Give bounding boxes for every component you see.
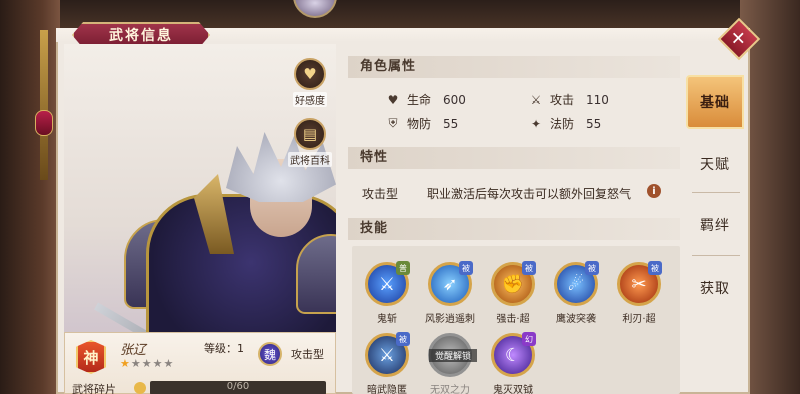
skill-name: 鬼灭双钺 bbox=[493, 385, 533, 394]
stat-magic-defense-value: 55 bbox=[586, 116, 602, 131]
fragment-label: 武将碎片 bbox=[72, 383, 116, 394]
skill-name: 鹰波突袭 bbox=[556, 314, 596, 325]
hanging-ornament bbox=[40, 30, 48, 180]
skill-tag: 普 bbox=[396, 261, 410, 275]
skill-icon: ⚔ 被 bbox=[365, 332, 410, 377]
skill-tag: 被 bbox=[648, 261, 662, 275]
encyclopedia-label: 武将百科 bbox=[288, 152, 332, 167]
fragment-coin-icon bbox=[134, 382, 146, 394]
trait-description: 职业激活后每次攻击可以额外回复怒气 bbox=[427, 187, 632, 201]
tab-obtain[interactable]: 获取 bbox=[686, 261, 744, 315]
skill-tag: 被 bbox=[522, 261, 536, 275]
skill-slot[interactable]: ⚔ 普 鬼斩 bbox=[357, 261, 417, 325]
skill-name: 风影逍遥刺 bbox=[425, 314, 475, 325]
lock-label: 觉醒解锁 bbox=[429, 349, 477, 362]
sword-icon: ⚔ bbox=[530, 92, 542, 107]
stat-hp-value: 600 bbox=[443, 92, 466, 107]
skill-slot[interactable]: ⚔ 被 暗武隐匿 bbox=[357, 332, 417, 394]
affection-label: 好感度 bbox=[293, 92, 327, 107]
skill-tag: 被 bbox=[585, 261, 599, 275]
trait-section-title: 特性 bbox=[348, 147, 680, 169]
window-title: 武将信息 bbox=[109, 28, 173, 44]
hero-level: 等级：1 bbox=[204, 342, 244, 355]
skill-icon: ⚔ 普 bbox=[365, 261, 410, 306]
info-icon[interactable]: i bbox=[647, 184, 661, 198]
stat-attack-value: 110 bbox=[586, 92, 609, 107]
magic-shield-icon: ✦ bbox=[530, 116, 542, 131]
skill-icon: ➶ 被 bbox=[428, 261, 473, 306]
stat-magic-defense-label: 法防 bbox=[550, 117, 575, 131]
skill-slot[interactable]: ✂ 被 利刃·超 bbox=[609, 261, 669, 325]
encyclopedia-button[interactable]: ▤ 武将百科 bbox=[287, 118, 333, 167]
star-filled-icon: ★ bbox=[120, 357, 131, 370]
skill-slot[interactable]: ☾ 幻 鬼灭双钺 bbox=[483, 332, 543, 394]
faction-badge: 魏 bbox=[258, 342, 282, 366]
tassel-ornament bbox=[35, 110, 53, 136]
star-empty-icon: ★★★★ bbox=[130, 357, 175, 370]
skill-icon: ☄ 被 bbox=[554, 261, 599, 306]
skill-name: 鬼斩 bbox=[377, 314, 397, 325]
skill-tag: 被 bbox=[396, 332, 410, 346]
locked-skill-icon: 觉醒解锁 bbox=[428, 333, 477, 377]
skill-name: 强击·超 bbox=[496, 314, 530, 325]
skill-tag: 幻 bbox=[522, 332, 536, 346]
attributes-section-title: 角色属性 bbox=[348, 56, 680, 78]
stat-attack: ⚔ 攻击 110 bbox=[528, 91, 609, 108]
skill-name: 利刃·超 bbox=[622, 314, 656, 325]
stat-physical-defense-value: 55 bbox=[443, 116, 459, 131]
trait-type: 攻击型 bbox=[362, 187, 399, 201]
book-icon: ▤ bbox=[294, 118, 326, 150]
skill-slot[interactable]: ✊ 被 强击·超 bbox=[483, 261, 543, 325]
tab-divider bbox=[692, 255, 740, 256]
stat-magic-defense: ✦ 法防 55 bbox=[528, 115, 601, 132]
left-background bbox=[0, 0, 60, 394]
skill-icon: ✂ 被 bbox=[617, 261, 662, 306]
skill-slot[interactable]: ➶ 被 风影逍遥刺 bbox=[420, 261, 480, 325]
hero-name: 张辽 bbox=[120, 343, 147, 358]
tab-bond[interactable]: 羁绊 bbox=[686, 198, 744, 252]
tab-talent[interactable]: 天赋 bbox=[686, 137, 744, 191]
close-icon: ✕ bbox=[731, 28, 747, 50]
fragment-progress-text: 0/60 bbox=[226, 381, 250, 392]
skill-icon: ✊ 被 bbox=[491, 261, 536, 306]
skill-tag: 被 bbox=[459, 261, 473, 275]
skill-name: 无双之力 bbox=[430, 385, 470, 394]
stat-attack-label: 攻击 bbox=[550, 93, 575, 107]
hero-class: 攻击型 bbox=[291, 348, 324, 361]
stat-hp: ♥ 生命 600 bbox=[385, 91, 466, 108]
stat-physical-defense: ⛨ 物防 55 bbox=[385, 115, 458, 132]
rarity-badge: 神 bbox=[76, 340, 106, 374]
skills-section-title: 技能 bbox=[348, 218, 680, 240]
stat-hp-label: 生命 bbox=[407, 93, 432, 107]
skill-name: 暗武隐匿 bbox=[367, 385, 407, 394]
hero-stars: ★★★★★ bbox=[120, 357, 174, 370]
shield-icon: ⛨ bbox=[388, 116, 398, 130]
skill-slot[interactable]: ☄ 被 鹰波突袭 bbox=[546, 261, 606, 325]
tab-basic[interactable]: 基础 bbox=[686, 75, 744, 129]
skill-slot-locked[interactable]: 觉醒解锁 无双之力 bbox=[420, 333, 480, 394]
stat-physical-defense-label: 物防 bbox=[407, 117, 432, 131]
heart-icon: ♥ bbox=[294, 58, 326, 90]
skill-icon: ☾ 幻 bbox=[491, 332, 536, 377]
heart-icon: ♥ bbox=[387, 92, 399, 107]
affection-button[interactable]: ♥ 好感度 bbox=[287, 58, 333, 107]
tab-divider bbox=[692, 192, 740, 193]
